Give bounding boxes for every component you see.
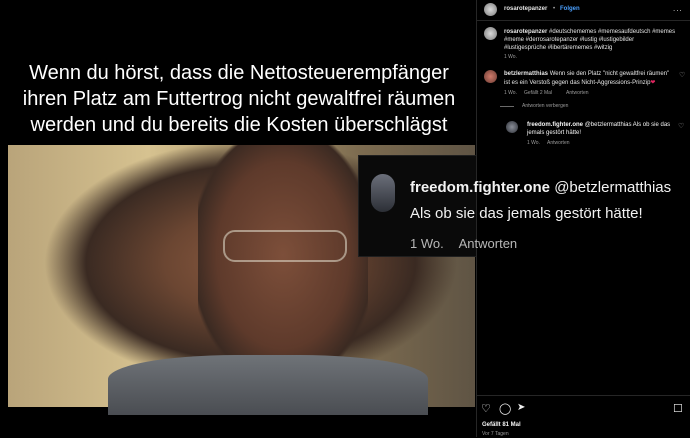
caption-line-3[interactable]: #lustigesprüche #libertärememes #witzig — [504, 45, 612, 51]
reply-text-2: jemals gestört hätte! — [527, 130, 582, 136]
follow-button[interactable]: Folgen — [560, 6, 580, 12]
comment-text-2: ist es ein Verstoß gegen das Nicht-Aggre… — [504, 80, 651, 86]
photo-glasses — [223, 230, 347, 262]
author-username[interactable]: rosarotepanzer — [504, 6, 547, 12]
reply-text-1: @betzlermatthias Als ob sie das — [584, 122, 671, 128]
meme-caption-line-2: ihren Platz am Futtertrog nicht gewaltfr… — [22, 88, 456, 110]
comment-line-2: ist es ein Verstoß gegen das Nicht-Aggre… — [504, 79, 655, 86]
hide-replies-button[interactable]: Antworten verbergen — [522, 103, 568, 109]
replies-divider — [500, 106, 514, 107]
more-icon[interactable]: ... — [673, 4, 683, 13]
reply-reply[interactable]: Antworten — [547, 140, 570, 146]
comment-like-heart-icon[interactable]: ♡ — [679, 71, 685, 79]
heart-emoji: ❤ — [650, 80, 656, 86]
post-time: Vor 7 Tagen — [482, 431, 509, 437]
comment-reply[interactable]: Antworten — [566, 90, 589, 96]
caption-line-1: rosarotepanzer #deutschememes #memesaufd… — [504, 29, 675, 35]
quote-avatar — [371, 174, 395, 212]
quoted-time: 1 Wo. — [410, 236, 444, 251]
reply-line-1: freedom.fighter.one @betzlermatthias Als… — [527, 122, 670, 128]
caption-line-2[interactable]: #meme #derrosarotepanzer #lustig #lustig… — [504, 37, 634, 43]
reply-avatar[interactable] — [506, 121, 518, 133]
action-bar: ♡ ◯ ➤ ☐ Gefällt 81 Mal Vor 7 Tagen — [476, 395, 690, 438]
reply-like-heart-icon[interactable]: ♡ — [678, 122, 684, 130]
caption-avatar[interactable] — [484, 27, 497, 40]
quoted-comment: freedom.fighter.one @betzlermatthias Als… — [410, 175, 688, 227]
reply-username[interactable]: freedom.fighter.one — [527, 122, 583, 128]
caption-username[interactable]: rosarotepanzer — [504, 29, 547, 35]
meme-caption-line-1: Wenn du hörst, dass die Nettosteuerempfä… — [29, 62, 449, 84]
bookmark-icon[interactable]: ☐ — [673, 402, 683, 415]
photo-suit — [108, 355, 428, 415]
likes-count[interactable]: Gefällt 81 Mal — [482, 422, 521, 428]
share-icon[interactable]: ➤ — [517, 402, 525, 413]
comment-line-1: betzlermatthias Wenn sie den Platz "nich… — [504, 71, 669, 77]
meme-caption-line-3: werden und du bereits die Kosten übersch… — [30, 114, 448, 136]
comment-username[interactable]: betzlermatthias — [504, 71, 548, 77]
author-avatar[interactable] — [484, 3, 497, 16]
quoted-reply: Antworten — [458, 236, 518, 251]
separator-dot: • — [553, 6, 556, 12]
comment-icon[interactable]: ◯ — [499, 402, 511, 415]
reply-time: 1 Wo. — [527, 140, 540, 146]
comment-time: 1 Wo. — [504, 90, 517, 96]
quoted-meta: 1 Wo. Antworten — [410, 236, 529, 251]
meme-caption: Wenn du hörst, dass die Nettosteuerempfä… — [8, 60, 470, 138]
quoted-username: freedom.fighter.one — [410, 179, 551, 196]
caption-hashtags-1[interactable]: #deutschememes #memesaufdeutsch #memes — [549, 29, 675, 35]
comment-text-1: Wenn sie den Platz "nicht gewaltfrei räu… — [549, 71, 670, 77]
commenter-avatar[interactable] — [484, 70, 497, 83]
heart-icon[interactable]: ♡ — [481, 402, 491, 415]
comment-likes[interactable]: Gefällt 2 Mal — [524, 90, 552, 96]
caption-time: 1 Wo. — [504, 54, 517, 60]
post-header: rosarotepanzer • Folgen ... — [477, 0, 690, 21]
